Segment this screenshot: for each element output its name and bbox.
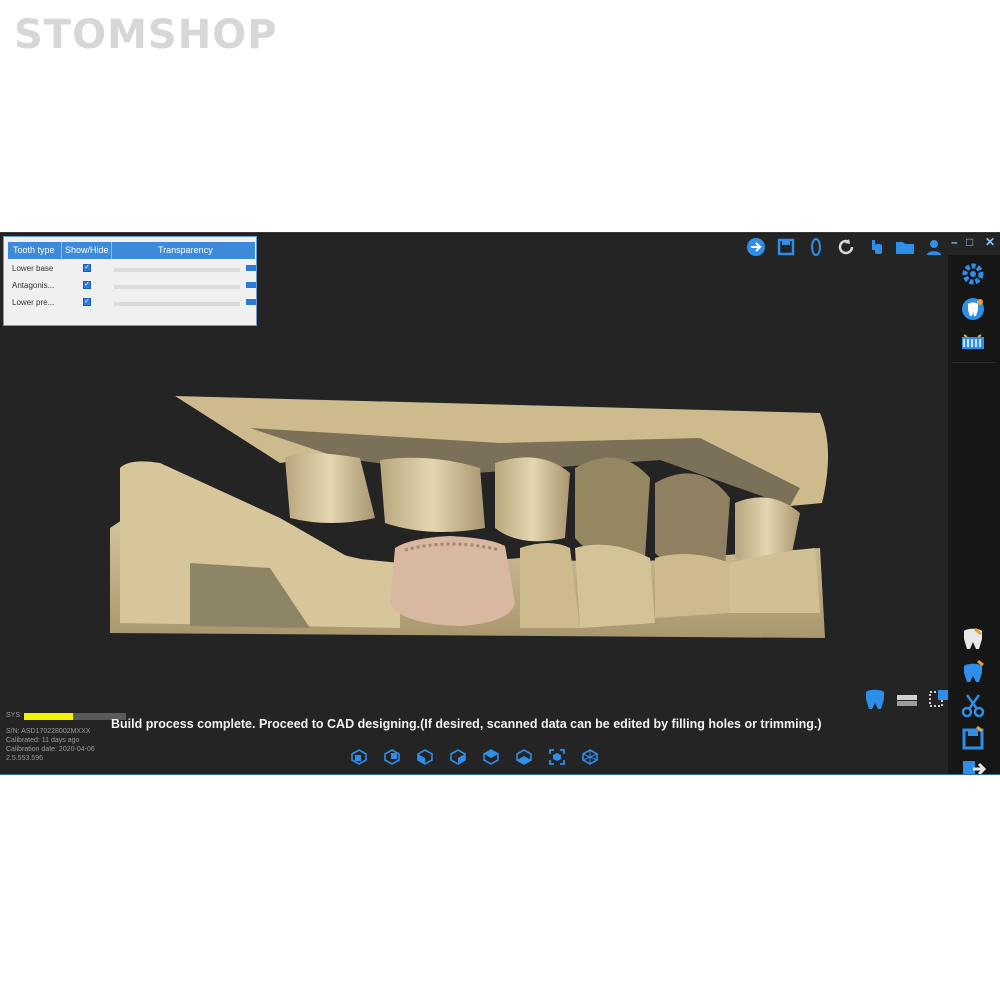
save-icon[interactable]: [776, 237, 796, 257]
calibration-date: Calibration date: 2020-04-06: [6, 746, 95, 753]
transparency-slider-track[interactable]: [114, 285, 240, 289]
transparency-slider-handle[interactable]: [246, 265, 256, 271]
panel-header: Tooth type Show/Hide Transparency: [8, 242, 255, 259]
bite-align-icon[interactable]: [894, 687, 920, 713]
dental-arch-icon[interactable]: [958, 329, 988, 357]
tooth-row-lower-preparation: Lower pre... ✓: [8, 295, 256, 312]
calibrated-text: Calibrated: 11 days ago: [6, 737, 80, 744]
minimize-button[interactable]: –: [951, 235, 958, 249]
upload-icon[interactable]: [746, 237, 766, 257]
header-tooth-type[interactable]: Tooth type: [13, 245, 55, 255]
settings-gear-icon[interactable]: [958, 260, 988, 288]
header-transparency[interactable]: Transparency: [158, 245, 213, 255]
view-fit-icon[interactable]: [548, 748, 566, 766]
header-separator: [111, 242, 112, 259]
row-name: Lower base: [12, 264, 54, 273]
transparency-slider-handle[interactable]: [246, 299, 256, 305]
dental-scan-3d-model[interactable]: [100, 388, 840, 648]
view-top-icon[interactable]: [482, 748, 500, 766]
transparency-slider-handle[interactable]: [246, 282, 256, 288]
transparency-slider-track[interactable]: [114, 268, 240, 272]
view-iso-icon[interactable]: [581, 748, 599, 766]
folder-icon[interactable]: [894, 237, 914, 257]
show-checkbox[interactable]: ✓: [83, 298, 91, 306]
tooth-crown-icon[interactable]: [958, 625, 988, 653]
header-show-hide[interactable]: Show/Hide: [65, 245, 109, 255]
maximize-button[interactable]: □: [966, 235, 973, 249]
watermark-logo: STOMSHOP: [14, 12, 278, 58]
view-bottom-icon[interactable]: [515, 748, 533, 766]
row-name: Antagonis...: [12, 281, 55, 290]
refresh-icon[interactable]: [836, 237, 856, 257]
user-icon[interactable]: [924, 237, 944, 257]
scanner-app-window: Tooth type Show/Hide Transparency Lower …: [0, 232, 1000, 775]
tooth-edit-icon[interactable]: [958, 658, 988, 686]
show-checkbox[interactable]: ✓: [83, 264, 91, 272]
hand-icon[interactable]: [866, 237, 886, 257]
right-sidebar: [948, 255, 1000, 774]
transparency-slider-track[interactable]: [114, 302, 240, 306]
view-right-icon[interactable]: [449, 748, 467, 766]
view-back-icon[interactable]: [383, 748, 401, 766]
serial-number: S/N: ASD170228002MXXX: [6, 728, 91, 735]
trim-mesh-icon[interactable]: [926, 687, 952, 713]
row-name: Lower pre...: [12, 298, 55, 307]
sys-progress-fill: [24, 713, 73, 720]
version-text: 2.5.553.596: [6, 755, 43, 762]
view-front-icon[interactable]: [350, 748, 368, 766]
send-next-icon[interactable]: [958, 755, 988, 774]
tooth-type-panel: Tooth type Show/Hide Transparency Lower …: [3, 236, 257, 326]
save-export-icon[interactable]: [958, 724, 988, 752]
status-message: Build process complete. Proceed to CAD d…: [111, 717, 822, 731]
tooth-row-antagonist: Antagonis... ✓: [8, 278, 256, 295]
scissors-trim-icon[interactable]: [958, 691, 988, 719]
show-checkbox[interactable]: ✓: [83, 281, 91, 289]
tooth-info-icon[interactable]: [958, 295, 988, 323]
view-left-icon[interactable]: [416, 748, 434, 766]
tooth-row-lower-base: Lower base ✓: [8, 261, 256, 278]
tooth-select-icon[interactable]: [862, 687, 888, 713]
window-border: [0, 233, 1000, 234]
close-button[interactable]: ✕: [985, 235, 995, 249]
sidebar-divider: [952, 362, 996, 363]
oval-icon[interactable]: [806, 237, 826, 257]
header-separator: [61, 242, 62, 259]
